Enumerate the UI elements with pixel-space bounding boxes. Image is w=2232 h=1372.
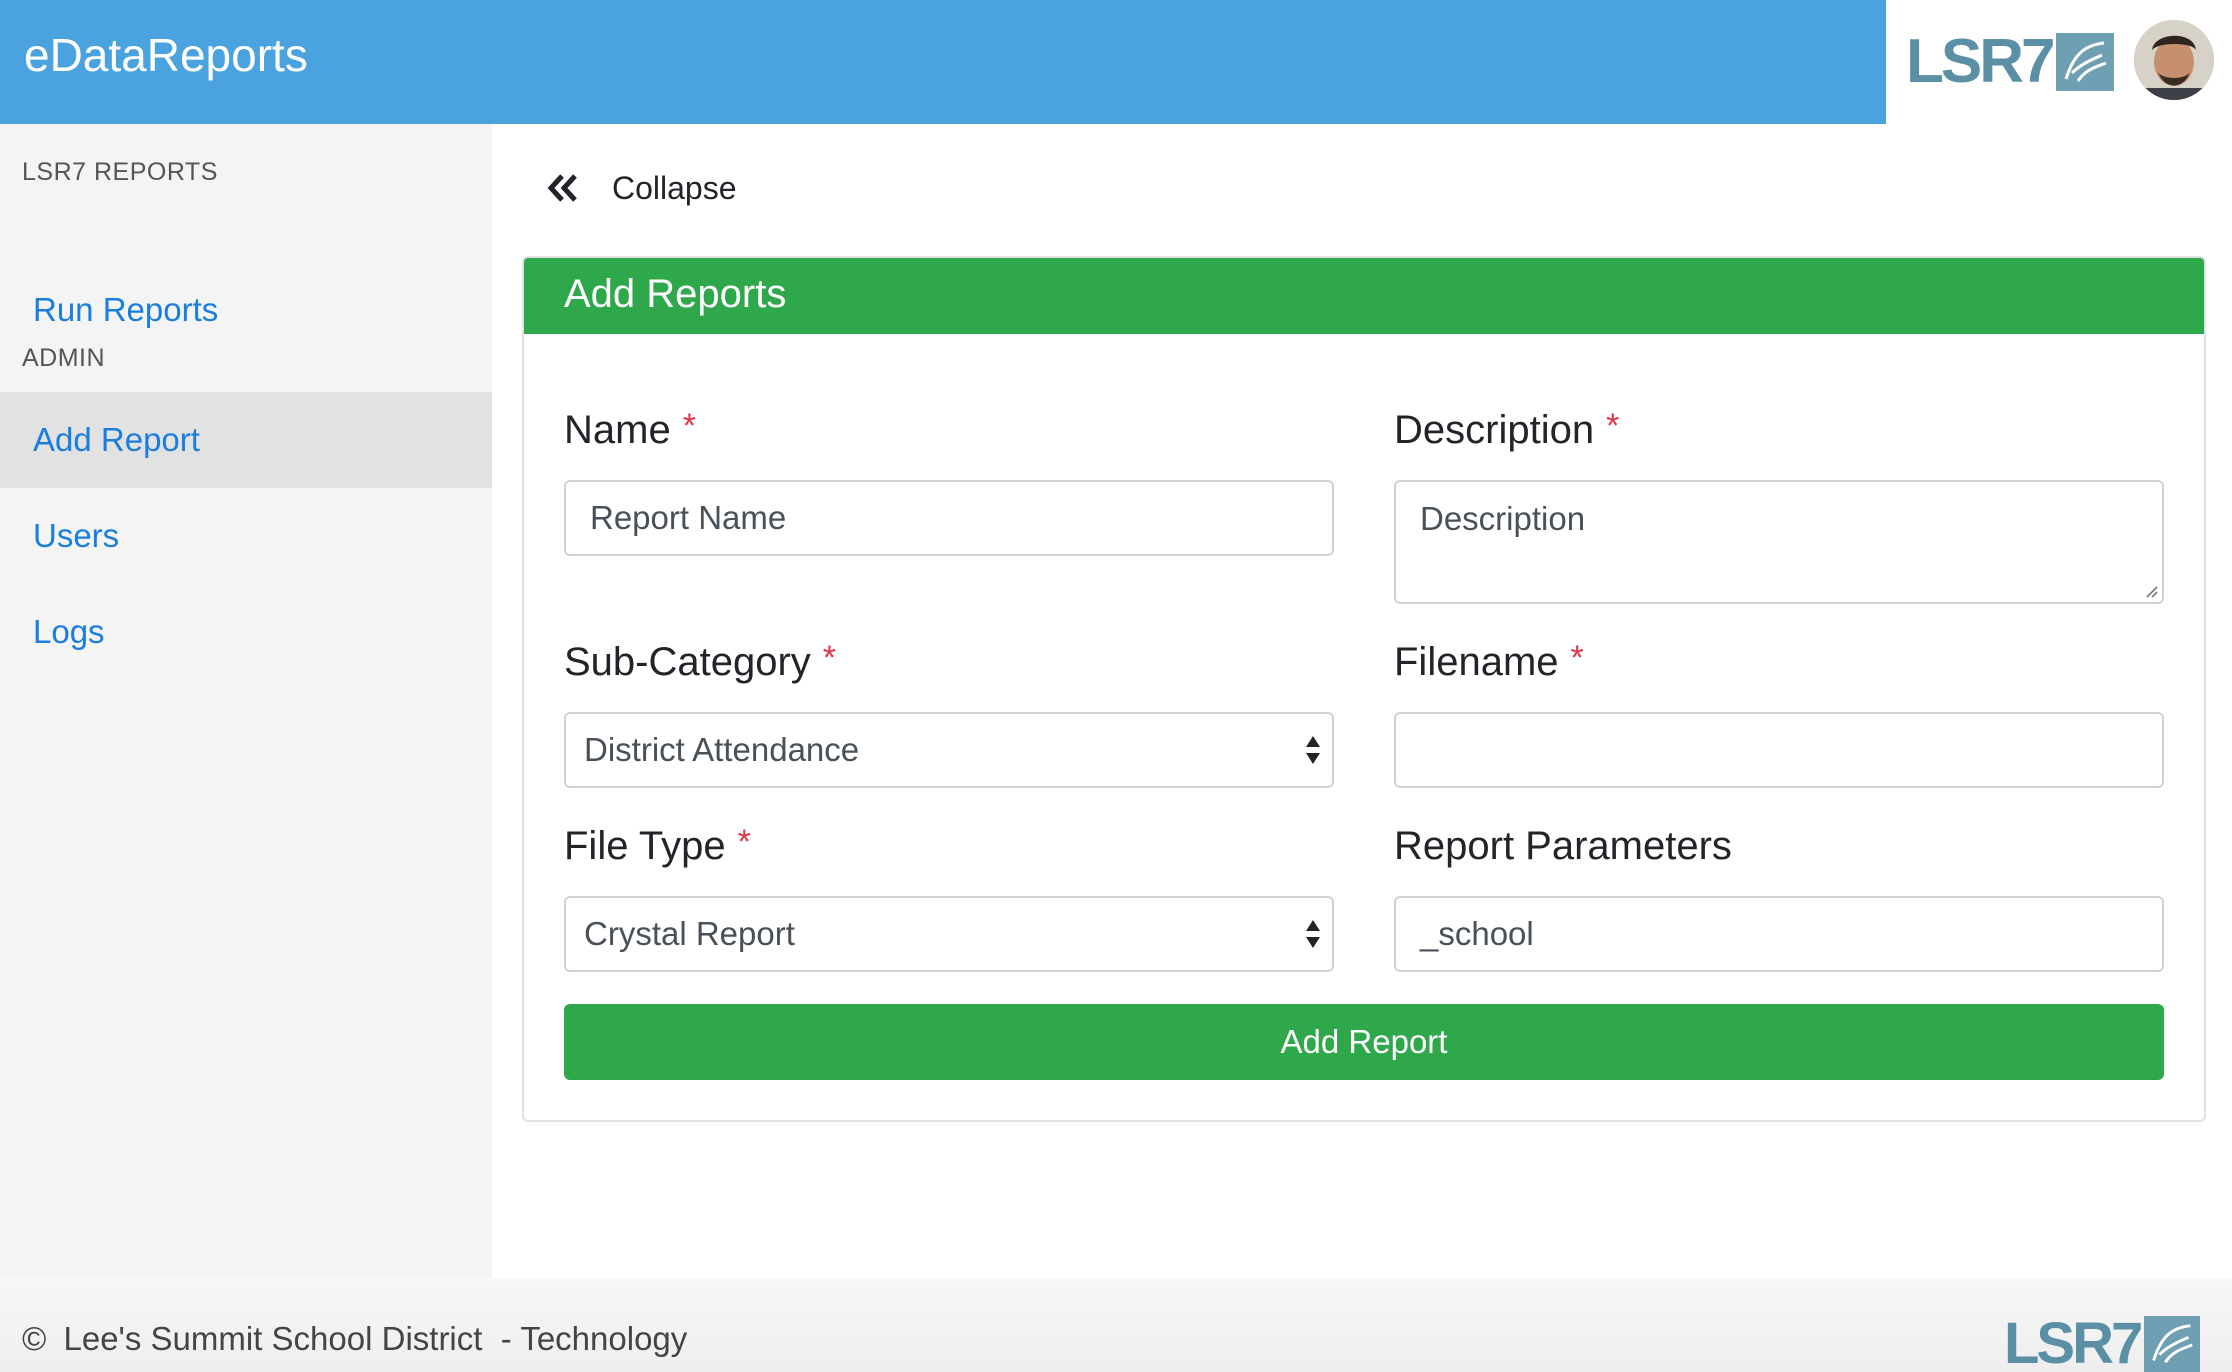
required-mark: * [682,407,696,445]
required-mark: * [1606,407,1620,445]
sidebar: LSR7 REPORTS Run Reports ADMIN Add Repor… [0,124,492,1278]
parameters-label: Report Parameters [1394,824,1732,869]
description-placeholder: Description [1420,500,1586,537]
user-avatar[interactable] [2134,20,2214,100]
sidebar-item-logs[interactable]: Logs [0,584,492,680]
filename-label-text: Filename [1394,640,1559,684]
filetype-select[interactable]: Crystal Report [564,896,1334,972]
sidebar-item-add-report[interactable]: Add Report [0,392,492,488]
description-label-text: Description [1394,408,1595,452]
filetype-selected-value: Crystal Report [584,915,795,952]
sidebar-heading-reports: LSR7 REPORTS [22,158,218,186]
footer: © Lee's Summit School District - Technol… [0,1278,2232,1372]
lsr7-emblem-icon [2056,32,2115,91]
footer-lsr7-logo: LSR7 [2004,1310,2201,1372]
required-mark: * [737,823,751,861]
sidebar-item-users[interactable]: Users [0,488,492,584]
filetype-label-text: File Type [564,824,726,868]
footer-organization: Lee's Summit School District - Technolog… [63,1320,688,1357]
parameters-input[interactable]: _school [1394,896,2164,972]
description-textarea[interactable]: Description [1394,480,2164,604]
parameters-label-text: Report Parameters [1394,824,1732,868]
required-mark: * [1570,639,1584,677]
double-chevron-left-icon [547,174,577,202]
name-input[interactable]: Report Name [564,480,1334,556]
name-label: Name * [564,407,696,453]
select-arrows-icon [1306,736,1320,764]
lsr7-emblem-icon [2144,1315,2201,1372]
card-title: Add Reports [564,272,787,316]
subcategory-select[interactable]: District Attendance [564,712,1334,788]
filetype-label: File Type * [564,823,751,869]
description-label: Description * [1394,407,1620,453]
resize-grip-icon[interactable] [2142,582,2158,598]
collapse-toggle[interactable]: Collapse [546,164,737,212]
top-bar: eDataReports LSR7 [0,0,2232,124]
lsr7-logo-text: LSR7 [1906,27,2055,96]
name-input-placeholder: Report Name [590,499,787,536]
footer-logo-text: LSR7 [2004,1311,2143,1372]
subcategory-label: Sub-Category * [564,639,837,685]
name-label-text: Name [564,408,671,452]
required-mark: * [822,639,837,677]
subcategory-label-text: Sub-Category [564,640,811,684]
collapse-label: Collapse [612,169,737,206]
lsr7-logo: LSR7 [1906,26,2115,97]
app-brand[interactable]: eDataReports [24,28,308,82]
add-reports-card: Add Reports [522,256,2206,1122]
filename-input[interactable] [1394,712,2164,788]
copyright-icon: © [22,1320,47,1357]
parameters-value: _school [1420,915,1534,952]
sidebar-heading-admin: ADMIN [22,344,106,372]
filename-label: Filename * [1394,639,1584,685]
add-report-button[interactable]: Add Report [564,1004,2164,1080]
select-arrows-icon [1306,920,1320,948]
footer-text: © Lee's Summit School District - Technol… [22,1320,687,1358]
subcategory-selected-value: District Attendance [584,731,860,768]
card-header: Add Reports [524,258,2204,334]
